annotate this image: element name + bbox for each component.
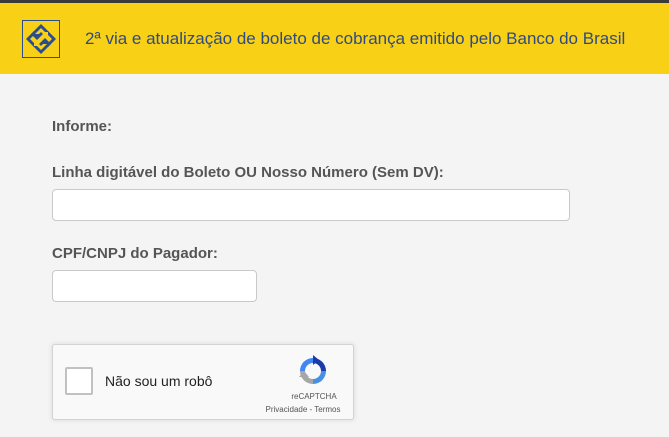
recaptcha-terms-link[interactable]: Termos — [314, 405, 340, 414]
recaptcha-logo-icon — [299, 355, 326, 384]
document-label: CPF/CNPJ do Pagador: — [52, 245, 218, 262]
recaptcha-link-separator: - — [309, 405, 313, 414]
recaptcha-links: Privacidade - Termos — [258, 405, 348, 414]
recaptcha-widget: Não sou um robô reCAPTCHA Privacidade - … — [52, 344, 354, 420]
recaptcha-label: Não sou um robô — [105, 373, 213, 389]
intro-label: Informe: — [52, 118, 112, 135]
barcode-input[interactable] — [52, 189, 570, 221]
page-title: 2ª via e atualização de boleto de cobran… — [85, 29, 626, 48]
recaptcha-checkbox[interactable] — [65, 367, 93, 395]
barcode-label: Linha digitável do Boleto OU Nosso Númer… — [52, 164, 444, 181]
document-input[interactable] — [52, 270, 257, 302]
recaptcha-brand: reCAPTCHA — [291, 392, 337, 401]
banco-do-brasil-logo-icon — [22, 20, 60, 58]
page-header: 2ª via e atualização de boleto de cobran… — [0, 3, 669, 74]
recaptcha-privacy-link[interactable]: Privacidade — [265, 405, 307, 414]
